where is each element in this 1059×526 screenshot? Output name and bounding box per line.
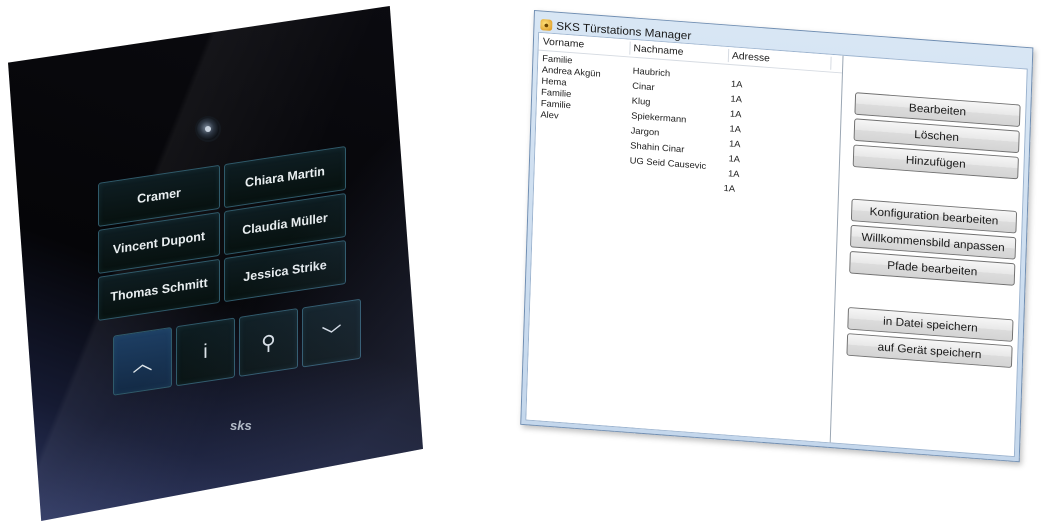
cell-nachname: Jargon bbox=[630, 125, 660, 139]
cell-adresse: 1A bbox=[729, 123, 742, 136]
column-separator[interactable] bbox=[629, 41, 631, 55]
search-icon: ⚲ bbox=[261, 330, 276, 356]
camera-lens bbox=[205, 126, 211, 132]
cell-nachname: UG Seid Causevic bbox=[629, 155, 707, 172]
cell-vorname: Hema bbox=[541, 76, 567, 89]
cell-adresse: 1A bbox=[729, 109, 742, 121]
column-separator[interactable] bbox=[727, 48, 730, 63]
cell-nachname: Cinar bbox=[632, 81, 655, 94]
column-separator[interactable] bbox=[830, 56, 832, 70]
cell-adresse: 1A bbox=[728, 153, 741, 165]
column-header-vorname[interactable]: Vorname bbox=[543, 36, 585, 50]
cell-adresse: 1A bbox=[723, 183, 736, 195]
client-area: Vorname Nachname Adresse Familie Andrea … bbox=[525, 31, 1028, 458]
column-header-adresse[interactable]: Adresse bbox=[732, 50, 770, 64]
chevron-up-icon: ︿ bbox=[132, 351, 153, 377]
cell-nachname: Haubrich bbox=[632, 66, 671, 80]
brand-logo: sks bbox=[230, 418, 252, 433]
scroll-up-button[interactable]: ︿ bbox=[113, 326, 172, 396]
cell-nachname: Spiekermann bbox=[631, 110, 687, 126]
cell-vorname: Alev bbox=[540, 109, 559, 122]
chevron-down-icon: ﹀ bbox=[321, 323, 342, 349]
search-button[interactable]: ⚲ bbox=[239, 308, 298, 377]
cell-adresse: 1A bbox=[730, 79, 743, 91]
cell-adresse: 1A bbox=[730, 94, 743, 106]
info-button[interactable]: i bbox=[176, 317, 235, 387]
cell-nachname: Shahin Cinar bbox=[630, 140, 685, 156]
button-panel: Bearbeiten Löschen Hinzufügen Konfigurat… bbox=[834, 56, 1027, 456]
cell-adresse: 1A bbox=[727, 168, 740, 180]
cell-nachname: Klug bbox=[631, 96, 651, 108]
scroll-down-button[interactable]: ﹀ bbox=[302, 298, 361, 368]
door-station-panel: Cramer Chiara Martin Vincent Dupont Clau… bbox=[8, 6, 423, 521]
manager-window: ● SKS Türstations Manager — ▭ X Vorname … bbox=[520, 10, 1034, 463]
app-icon: ● bbox=[540, 18, 553, 32]
keypad: Cramer Chiara Martin Vincent Dupont Clau… bbox=[98, 114, 361, 401]
column-header-nachname[interactable]: Nachname bbox=[633, 43, 683, 58]
entries-listview[interactable]: Vorname Nachname Adresse Familie Andrea … bbox=[526, 32, 844, 443]
cell-adresse: 1A bbox=[728, 138, 741, 151]
info-icon: i bbox=[203, 340, 208, 363]
